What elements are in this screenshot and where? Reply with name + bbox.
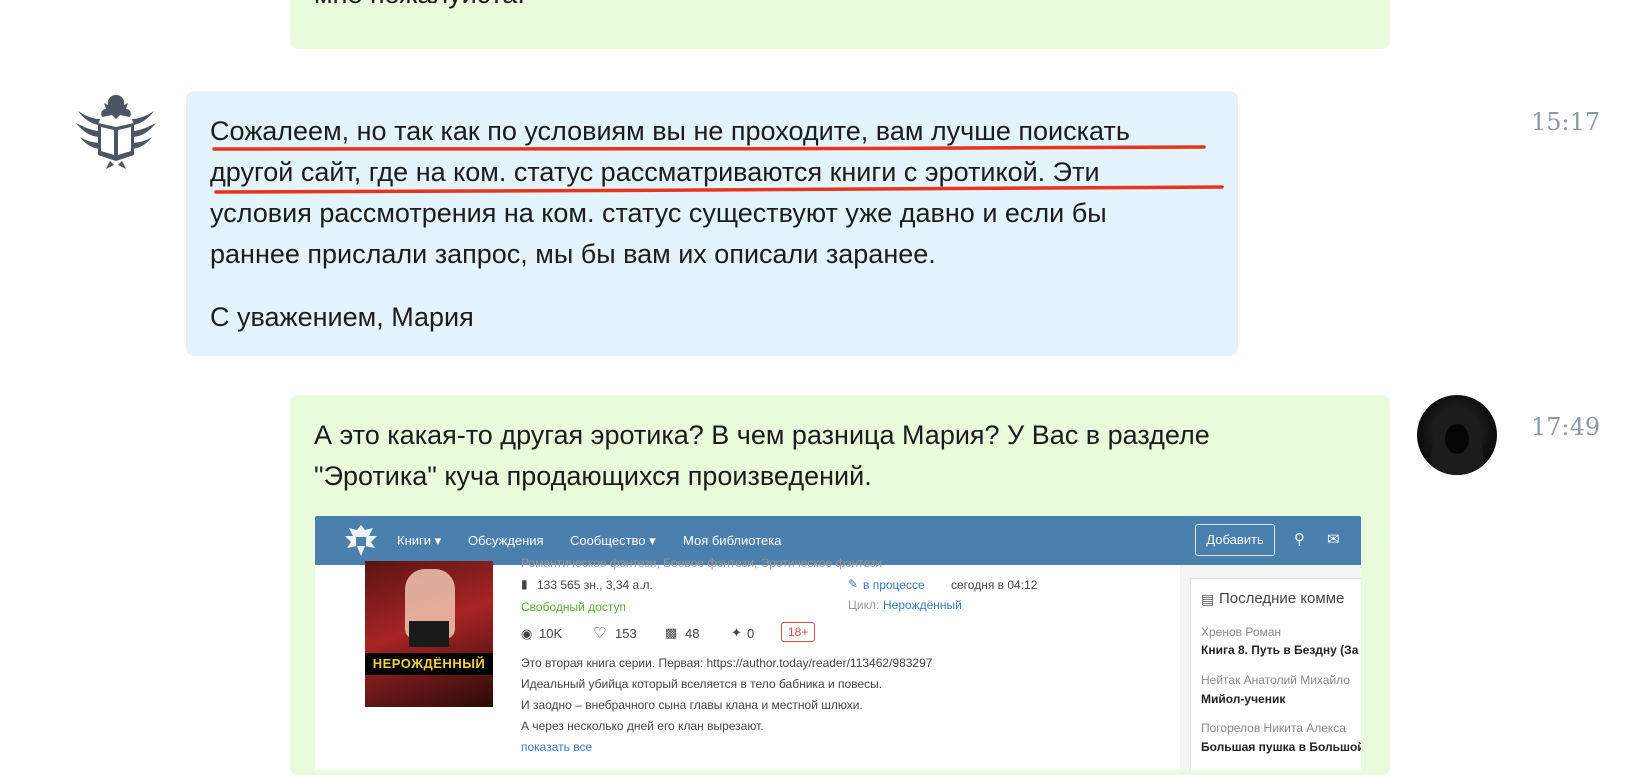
- red-underline-annotation: [212, 145, 1224, 194]
- message-time: 17:49: [1531, 413, 1601, 441]
- panel-title: Последние комме: [1219, 590, 1345, 607]
- comments-count: 48: [685, 626, 700, 641]
- description-line: Это вторая книга серии. Первая: https://…: [521, 656, 933, 670]
- comment-book[interactable]: Большая пушка в Большой: [1201, 740, 1361, 754]
- message-text: мне пожалуйста.: [314, 0, 525, 15]
- book-size: 133 565 зн., 3,34 а.л.: [537, 578, 653, 592]
- updated-time: сегодня в 04:12: [951, 578, 1038, 592]
- mail-icon[interactable]: ✉: [1327, 530, 1340, 548]
- nav-community[interactable]: Сообщество ▾: [570, 533, 656, 549]
- show-all-link[interactable]: показать все: [521, 740, 592, 754]
- message-time: 15:17: [1531, 108, 1601, 136]
- book-cover[interactable]: НЕРОЖДЁННЫЙ: [365, 561, 493, 707]
- pencil-icon: ✎: [848, 577, 859, 591]
- cycle-label: Цикл:: [848, 598, 880, 612]
- comments-icon: ▩: [665, 625, 678, 640]
- cover-title: НЕРОЖДЁННЫЙ: [365, 653, 493, 675]
- recent-comments-panel: ▤ Последние комме Хренов Роман Книга 8. …: [1190, 578, 1361, 770]
- message-signature: С уважением, Мария: [210, 302, 474, 332]
- book-card: НЕРОЖДЁННЫЙ Романтическое фэнтези, Боево…: [315, 556, 1180, 770]
- description-line: Идеальный убийца который вселяется в тел…: [521, 677, 883, 691]
- message-line: "Эротика" куча продающихся произведений.: [314, 461, 872, 491]
- message-line: А это какая-то другая эротика? В чем раз…: [314, 420, 1210, 450]
- reward-icon: ✦: [731, 625, 742, 640]
- writing-status[interactable]: в процессе: [863, 578, 925, 592]
- book-genres: Романтическое фэнтези, Боевое фэнтези, Э…: [521, 556, 883, 570]
- rewards-count: 0: [747, 626, 755, 641]
- message-bubble-support: Сожалеем, но так как по условиям вы не п…: [186, 91, 1238, 356]
- site-logo-icon: [345, 525, 377, 556]
- cycle-link[interactable]: Нерождённый: [883, 598, 962, 612]
- nav-library[interactable]: Моя библиотека: [683, 533, 781, 548]
- age-badge: 18+: [781, 622, 816, 642]
- access-status: Свободный доступ: [521, 600, 626, 614]
- eagle-book-logo-icon: [76, 95, 156, 169]
- book-icon: ▮: [521, 577, 528, 591]
- hooded-figure-icon: [1429, 407, 1485, 475]
- comment-author[interactable]: Нейтак Анатолий Михайло: [1201, 673, 1350, 687]
- nav-books[interactable]: Книги ▾: [397, 533, 441, 549]
- comments-icon: ▤: [1201, 591, 1215, 607]
- nav-discussions[interactable]: Обсуждения: [468, 533, 544, 548]
- eye-icon: ◉: [521, 626, 533, 641]
- likes-count: 153: [615, 626, 637, 641]
- message-bubble-user-1: мне пожалуйста.: [290, 0, 1390, 49]
- support-avatar: [74, 89, 158, 173]
- heart-icon[interactable]: ♡: [593, 624, 606, 642]
- comment-book[interactable]: Книга 8. Путь в Бездну (За: [1201, 643, 1358, 657]
- description-line: А через несколько дней его клан вырезают…: [521, 719, 764, 733]
- comment-author[interactable]: Хренов Роман: [1201, 625, 1281, 639]
- views-count: 10K: [539, 626, 563, 641]
- comment-book[interactable]: Мийол-ученик: [1201, 692, 1285, 706]
- attached-screenshot[interactable]: Книги ▾ Обсуждения Сообщество ▾ Моя библ…: [315, 516, 1361, 770]
- search-icon[interactable]: ⚲: [1294, 530, 1305, 548]
- add-button[interactable]: Добавить: [1195, 524, 1275, 556]
- comment-author[interactable]: Погорелов Никита Алекса: [1201, 721, 1346, 735]
- description-line: И заодно – внебрачного сына главы клана …: [521, 698, 863, 712]
- user-avatar[interactable]: [1417, 395, 1497, 475]
- message-line: раннее прислали запрос, мы бы вам их опи…: [210, 239, 936, 269]
